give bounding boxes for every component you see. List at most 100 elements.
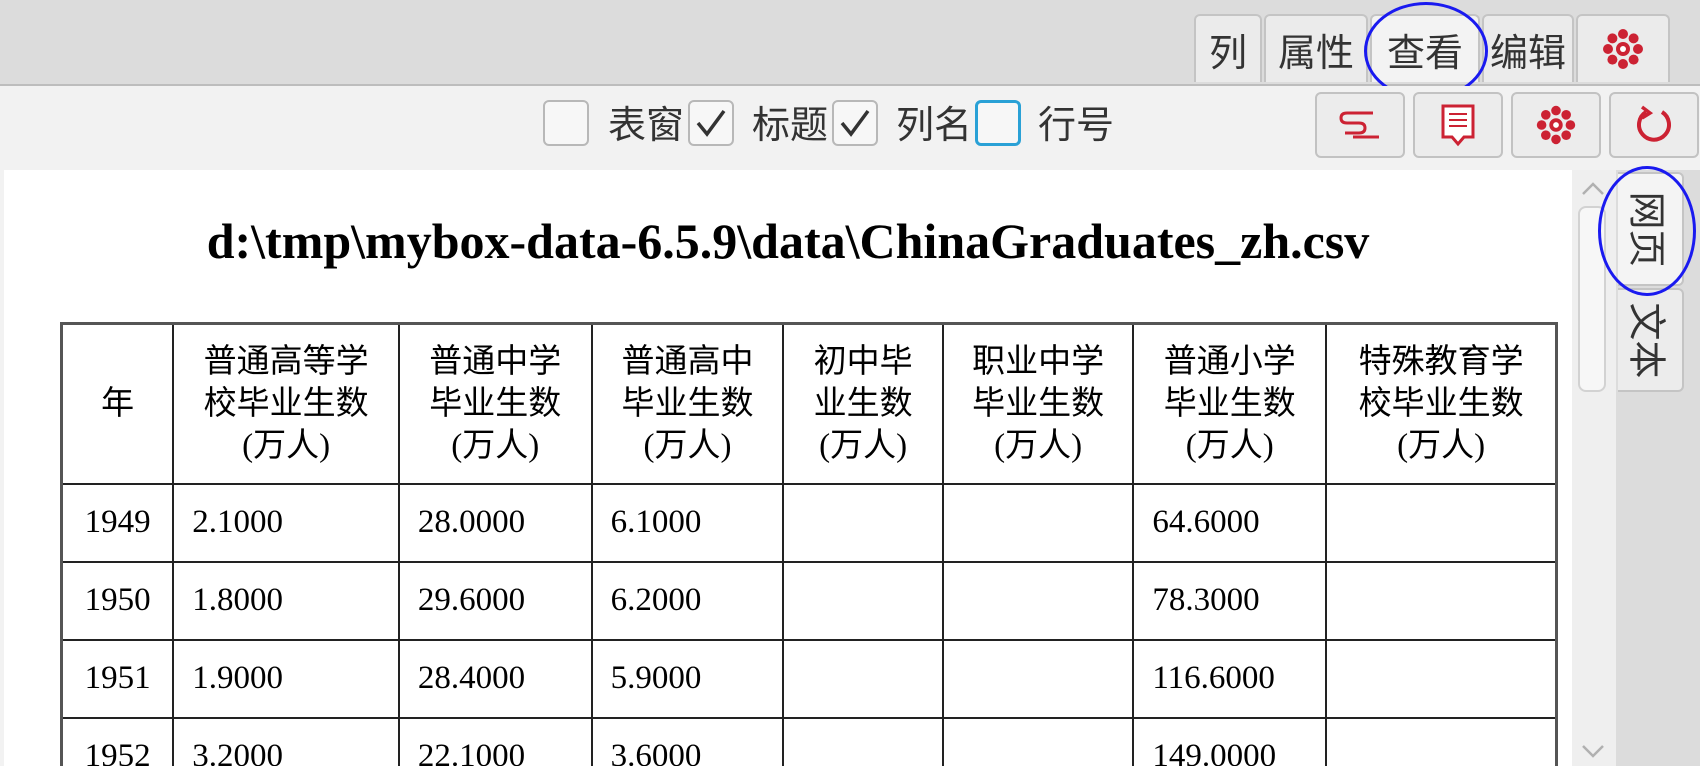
tab-attributes[interactable]: 属性 — [1264, 14, 1368, 82]
table-row: 1951 1.9000 28.4000 5.9000 116.6000 — [60, 638, 1558, 719]
table-cell — [941, 482, 1135, 563]
tab-menu-flower[interactable] — [1576, 14, 1670, 82]
tab-edit[interactable]: 编辑 — [1482, 14, 1574, 82]
refresh-icon — [1637, 105, 1671, 142]
annotation-ellipse-webpage-tab — [1598, 166, 1696, 296]
tab-columns[interactable]: 列 — [1194, 14, 1262, 82]
table-row: 1949 2.1000 28.0000 6.1000 64.6000 — [60, 482, 1558, 563]
column-header-line: 初中毕 — [813, 343, 913, 380]
data-table: 年普通高等学 校毕业生数 (万人) 普通中学 毕业生数 (万人) 普通高中 毕业生数 (万人) 初… — [60, 322, 1558, 766]
checkbox-table-window[interactable] — [543, 100, 589, 146]
column-header: 普通高中毕业生数 (万人) — [590, 322, 785, 485]
column-header-line: 特殊教育学 — [1358, 343, 1524, 380]
table-cell: 5.9000 — [590, 638, 785, 719]
checkbox-label-title: 标题 — [752, 103, 829, 147]
column-header-line: 职业中学 — [972, 343, 1105, 380]
checkbox-row-numbers[interactable] — [975, 100, 1021, 146]
column-header-line: (万人) — [451, 427, 540, 464]
table-cell — [782, 560, 944, 641]
column-header-line: 毕业生数 — [1163, 385, 1296, 422]
page-title: d:\tmp\mybox-data-6.5.9\data\ChinaGradua… — [206, 213, 1370, 269]
check-icon — [840, 109, 870, 137]
checkbox-label-table-window: 表窗 — [608, 103, 685, 147]
checkbox-label-row-numbers: 行号 — [1038, 103, 1115, 147]
style-lines-icon — [1339, 111, 1379, 139]
column-header-line: 校毕业生数 — [203, 385, 369, 422]
column-header-line: (万人) — [643, 427, 732, 464]
column-header: 普通小学毕业生数 (万人) — [1132, 322, 1328, 485]
scroll-up-arrow-icon[interactable] — [1580, 176, 1606, 202]
notes-button[interactable] — [1413, 92, 1503, 158]
column-header-line: (万人) — [1397, 427, 1486, 464]
column-header-line: (万人) — [819, 427, 908, 464]
column-header: 职业中学毕业生数 (万人) — [941, 322, 1135, 485]
side-tab-text[interactable]: 文本 — [1618, 288, 1684, 392]
table-cell: 29.6000 — [397, 560, 593, 641]
table-cell — [1325, 638, 1558, 719]
table-cell: 78.3000 — [1132, 560, 1328, 641]
scroll-down-arrow-icon[interactable] — [1580, 738, 1606, 764]
column-header: 普通高等学校毕业生数 (万人) — [172, 322, 400, 485]
side-tab-label: 文本 — [1624, 301, 1669, 379]
menu-button[interactable] — [1511, 92, 1601, 158]
table-cell: 6.1000 — [590, 482, 785, 563]
column-header-line: (万人) — [242, 427, 331, 464]
table-row: 1952 3.2000 22.1000 3.6000 149.0000 — [60, 716, 1558, 766]
flower-menu-icon — [1536, 105, 1576, 145]
column-header-line: 普通小学 — [1163, 343, 1296, 380]
table-cell: 28.4000 — [397, 638, 593, 719]
table-cell — [782, 716, 944, 766]
column-header-line: 毕业生数 — [621, 385, 754, 422]
table-cell: 64.6000 — [1132, 482, 1328, 563]
table-cell — [1325, 716, 1558, 766]
table-header-row: 年普通高等学 校毕业生数 (万人) 普通中学 毕业生数 (万人) 普通高中 毕业生数 (万人) 初… — [60, 322, 1558, 485]
year-cell: 1951 — [60, 638, 175, 719]
flower-menu-icon — [1603, 29, 1643, 69]
table-cell — [782, 482, 944, 563]
table-cell: 22.1000 — [397, 716, 593, 766]
table-cell: 3.2000 — [172, 716, 400, 766]
table-cell: 1.9000 — [172, 638, 400, 719]
style-button[interactable] — [1315, 92, 1405, 158]
table-cell — [1325, 560, 1558, 641]
column-header: 特殊教育学校毕业生数 (万人) — [1325, 322, 1558, 485]
table-cell — [941, 716, 1135, 766]
table-cell — [1325, 482, 1558, 563]
column-header-line: (万人) — [994, 427, 1083, 464]
table-cell: 116.6000 — [1132, 638, 1328, 719]
column-header-line: 校毕业生数 — [1358, 385, 1524, 422]
table-cell: 28.0000 — [397, 482, 593, 563]
column-header-line: 普通高等学 — [203, 343, 369, 380]
column-header-line: 毕业生数 — [972, 385, 1105, 422]
note-icon — [1441, 104, 1475, 147]
html-content-view: d:\tmp\mybox-data-6.5.9\data\ChinaGradua… — [4, 170, 1572, 766]
table-cell: 1.8000 — [172, 560, 400, 641]
table-row: 1950 1.8000 29.6000 6.2000 78.3000 — [60, 560, 1558, 641]
column-header: 年 — [60, 322, 175, 485]
table-cell: 3.6000 — [590, 716, 785, 766]
check-icon — [696, 109, 726, 137]
column-header-line: 年 — [101, 385, 135, 422]
checkbox-label-column-names: 列名 — [896, 103, 973, 147]
table-cell — [941, 560, 1135, 641]
tab-label: 列 — [1208, 30, 1247, 75]
column-header: 初中毕业生数 (万人) — [782, 322, 944, 485]
column-header-line: 普通高中 — [621, 343, 754, 380]
year-cell: 1949 — [60, 482, 175, 563]
checkbox-column-names[interactable] — [832, 100, 878, 146]
year-cell: 1952 — [60, 716, 175, 766]
refresh-button[interactable] — [1609, 92, 1699, 158]
table-cell — [941, 638, 1135, 719]
table-cell: 6.2000 — [590, 560, 785, 641]
column-header-line: 毕业生数 — [429, 385, 562, 422]
table-cell: 2.1000 — [172, 482, 400, 563]
column-header: 普通中学毕业生数 (万人) — [397, 322, 593, 485]
table-cell: 149.0000 — [1132, 716, 1328, 766]
tab-label: 属性 — [1277, 30, 1354, 75]
year-cell: 1950 — [60, 560, 175, 641]
column-header-line: 普通中学 — [429, 343, 562, 380]
column-header-line: 业生数 — [813, 385, 913, 422]
column-header-line: (万人) — [1185, 427, 1274, 464]
table-cell — [782, 638, 944, 719]
checkbox-title[interactable] — [688, 100, 734, 146]
